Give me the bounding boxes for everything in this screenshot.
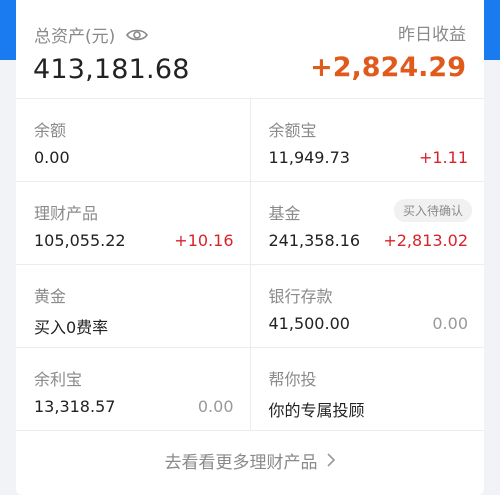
asset-item-change: +2,813.02 xyxy=(383,231,468,250)
chevron-right-icon xyxy=(326,452,336,468)
total-assets-value: 413,181.68 xyxy=(33,54,190,85)
asset-item-yulibao[interactable]: 余利宝 13,318.57 0.00 xyxy=(16,348,251,430)
asset-item-advisor[interactable]: 帮你投 你的专属投顾 xyxy=(251,348,485,430)
asset-card: 总资产(元) 413,181.68 昨日收益 +2,824.29 余额 0.00… xyxy=(16,0,484,495)
asset-item-name: 余利宝 xyxy=(34,370,83,389)
asset-item-gold[interactable]: 黄金 买入0费率 xyxy=(16,265,251,347)
asset-item-bank-deposit[interactable]: 银行存款 41,500.00 0.00 xyxy=(251,265,485,347)
eye-icon[interactable] xyxy=(125,27,149,43)
asset-item-name: 黄金 xyxy=(34,287,67,306)
yesterday-income-label: 昨日收益 xyxy=(398,25,466,45)
asset-item-wealth-products[interactable]: 理财产品 105,055.22 +10.16 xyxy=(16,182,251,264)
asset-item-value: 241,358.16 xyxy=(268,231,361,250)
asset-item-value: 0.00 xyxy=(34,148,70,167)
pending-confirm-badge[interactable]: 买入待确认 xyxy=(393,199,472,222)
asset-item-name: 银行存款 xyxy=(268,287,333,306)
asset-item-name: 余额 xyxy=(34,121,67,140)
asset-grid: 余额 0.00 余额宝 11,949.73 +1.11 理财产品 105,055… xyxy=(16,99,484,431)
asset-item-value: 13,318.57 xyxy=(34,397,116,416)
asset-item-name: 余额宝 xyxy=(268,121,317,140)
asset-item-value: 41,500.00 xyxy=(268,314,350,333)
asset-row: 理财产品 105,055.22 +10.16 基金 买入待确认 241,358.… xyxy=(16,182,484,265)
header-background-left xyxy=(0,0,16,60)
asset-item-value: 买入0费率 xyxy=(34,318,109,337)
asset-item-name: 理财产品 xyxy=(34,204,99,223)
total-assets-label-row: 总资产(元) xyxy=(34,22,149,47)
asset-summary[interactable]: 总资产(元) 413,181.68 昨日收益 +2,824.29 xyxy=(16,0,484,99)
asset-item-change: 0.00 xyxy=(197,397,234,416)
asset-item-name: 帮你投 xyxy=(268,370,317,389)
asset-item-change: +1.11 xyxy=(418,148,468,167)
asset-item-change: 0.00 xyxy=(432,314,468,333)
header-background-right xyxy=(484,0,500,60)
asset-row: 黄金 买入0费率 银行存款 41,500.00 0.00 xyxy=(16,265,484,348)
asset-item-value: 105,055.22 xyxy=(34,231,126,250)
asset-row: 余利宝 13,318.57 0.00 帮你投 你的专属投顾 xyxy=(16,348,484,431)
asset-item-name: 基金 xyxy=(268,204,301,223)
total-assets-label: 总资产(元) xyxy=(34,27,116,47)
asset-item-yuebao[interactable]: 余额宝 11,949.73 +1.11 xyxy=(251,99,485,181)
asset-item-value: 11,949.73 xyxy=(268,148,350,167)
asset-item-value: 你的专属投顾 xyxy=(268,401,365,420)
asset-item-change: +10.16 xyxy=(174,231,234,250)
more-products-link[interactable]: 去看看更多理财产品 xyxy=(16,431,484,489)
yesterday-income-value: +2,824.29 xyxy=(310,52,466,83)
more-products-label: 去看看更多理财产品 xyxy=(164,452,318,473)
asset-item-fund[interactable]: 基金 买入待确认 241,358.16 +2,813.02 xyxy=(251,182,485,264)
asset-item-balance[interactable]: 余额 0.00 xyxy=(16,99,251,181)
asset-row: 余额 0.00 余额宝 11,949.73 +1.11 xyxy=(16,99,484,182)
